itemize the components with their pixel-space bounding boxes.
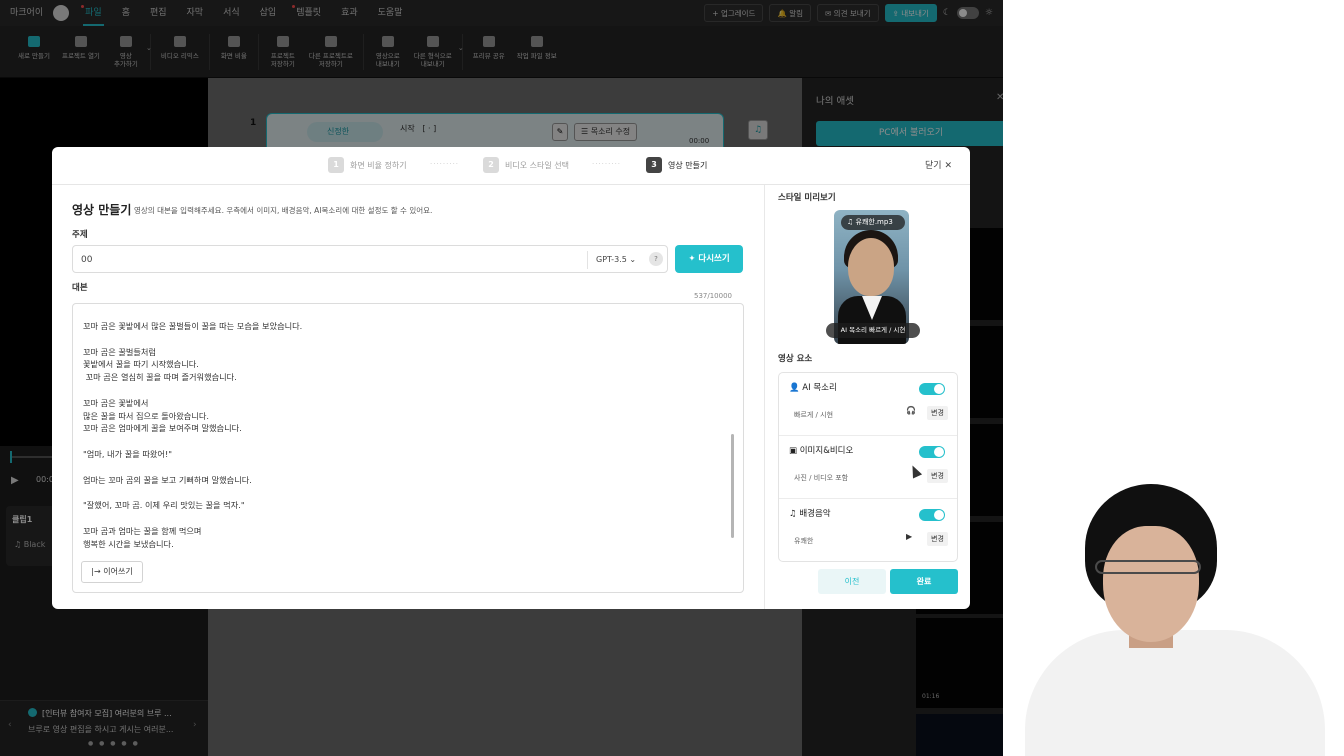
editor-app: 마크어이 파일 홈 편집 자막 서식 삽입 템플릿 효과 도움말 + 업그레이드… xyxy=(0,0,1003,756)
preview-voice-chip: AI 목소리 빠르게 / 시현 xyxy=(826,323,920,338)
change-voice-button[interactable]: 변경 xyxy=(927,406,948,420)
element-bgm: ♫ 배경음악 유쾌한 ▶ 변경 xyxy=(779,499,957,562)
music-note-icon: ♫ xyxy=(789,509,800,519)
preview-label: 스타일 미리보기 xyxy=(778,193,836,203)
script-label: 대본 xyxy=(72,283,88,293)
modal-header: 1 화면 비율 정하기 ········· 2 비디오 스타일 선택 ·······… xyxy=(52,147,970,185)
change-bgm-button[interactable]: 변경 xyxy=(927,532,948,546)
image-video-toggle[interactable] xyxy=(919,446,945,458)
play-icon[interactable]: ▶ xyxy=(906,532,912,541)
subject-label: 주제 xyxy=(72,230,88,240)
preview-music-chip: ♫ 유쾌한.mp3 xyxy=(841,215,905,230)
change-image-button[interactable]: 변경 xyxy=(927,469,948,483)
element-image-video: ▣ 이미지&비디오 사진 / 비디오 포함 변경 xyxy=(779,436,957,499)
scrollbar[interactable] xyxy=(731,434,734,538)
close-button[interactable]: 닫기 ✕ xyxy=(925,158,952,171)
script-text[interactable]: 꼬마 곰은 꽃밭에서 많은 꿀벌들이 꿀을 따는 모습을 보았습니다. 꼬마 곰… xyxy=(83,320,723,550)
script-textarea[interactable]: 꼬마 곰은 꽃밭에서 많은 꿀벌들이 꿀을 따는 모습을 보았습니다. 꼬마 곰… xyxy=(72,303,744,593)
continue-writing-button[interactable]: |→ 이어쓰기 xyxy=(81,561,143,583)
voice-icon: 👤 xyxy=(789,383,803,393)
webcam-overlay xyxy=(1003,470,1344,756)
step-2: 2 비디오 스타일 선택 xyxy=(483,157,569,173)
style-section: 스타일 미리보기 ♫ 유쾌한.mp3 AI 목소리 빠르게 / 시현 영상 요소… xyxy=(764,185,970,609)
section-title: 영상 만들기 xyxy=(72,203,132,217)
step-1: 1 화면 비율 정하기 xyxy=(328,157,407,173)
prev-button[interactable]: 이전 xyxy=(818,569,886,594)
step-3: 3 영상 만들기 xyxy=(646,157,707,173)
section-desc: 영상의 대본을 입력해주세요. 우측에서 이미지, 배경음악, AI목소리에 대… xyxy=(134,206,433,215)
script-count: 537/10000 xyxy=(694,292,732,300)
help-icon[interactable]: ? xyxy=(649,252,663,266)
bgm-toggle[interactable] xyxy=(919,509,945,521)
element-ai-voice: 👤 AI 목소리 빠르게 / 시현 🎧 변경 xyxy=(779,373,957,436)
done-button[interactable]: 완료 xyxy=(890,569,958,594)
headphone-icon[interactable]: 🎧 xyxy=(906,406,916,415)
subject-field: GPT-3.5 ⌄ ? xyxy=(72,245,668,273)
elements-list: 👤 AI 목소리 빠르게 / 시현 🎧 변경 ▣ 이미지&비디오 사진 / 비디… xyxy=(778,372,958,562)
script-section: 영상 만들기 영상의 대본을 입력해주세요. 우측에서 이미지, 배경음악, A… xyxy=(52,185,764,609)
image-icon: ▣ xyxy=(789,446,800,456)
rewrite-button[interactable]: ✦ 다시쓰기 xyxy=(675,245,743,273)
subject-input[interactable] xyxy=(81,252,571,268)
elements-label: 영상 요소 xyxy=(778,354,813,364)
make-video-modal: 1 화면 비율 정하기 ········· 2 비디오 스타일 선택 ·······… xyxy=(52,147,970,609)
ai-voice-toggle[interactable] xyxy=(919,383,945,395)
